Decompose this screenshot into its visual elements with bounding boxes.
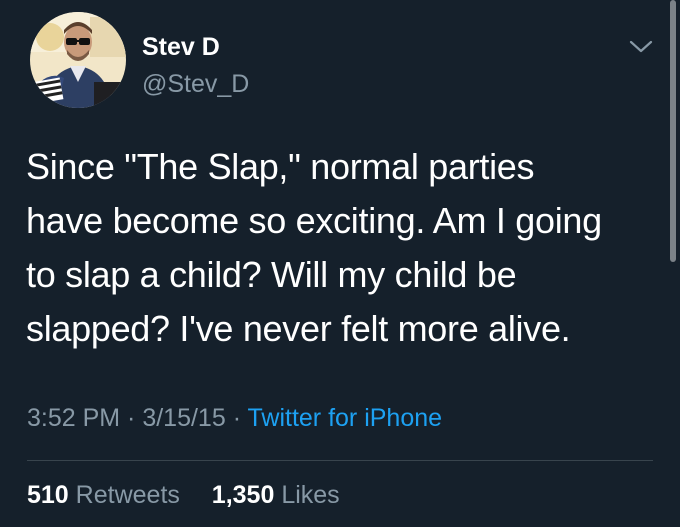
retweets-count: 510 [27,481,69,509]
likes-label: Likes [281,481,340,509]
scrollbar[interactable] [670,0,676,262]
chevron-down-icon[interactable] [628,36,654,56]
tweet-text: Since "The Slap," normal parties have be… [26,146,602,349]
tweet-card: Stev D @Stev_D Since "The Slap," normal … [0,0,680,527]
tweet-time[interactable]: 3:52 PM [27,404,120,432]
retweets-stat[interactable]: 510 Retweets [27,481,187,509]
tweet-meta: 3:52 PM · 3/15/15 · Twitter for iPhone [27,403,442,433]
meta-separator: · [120,404,143,432]
display-name[interactable]: Stev D [142,33,220,61]
likes-count: 1,350 [211,481,275,509]
retweets-label: Retweets [75,481,180,509]
avatar-image [30,12,126,108]
tweet-date[interactable]: 3/15/15 [142,404,225,432]
meta-separator: · [225,404,248,432]
tweet-source-link[interactable]: Twitter for iPhone [248,404,443,432]
tweet-stats: 510 Retweets 1,350 Likes [27,480,340,510]
divider [27,460,653,461]
avatar[interactable] [30,12,126,108]
likes-stat[interactable]: 1,350 Likes [205,481,340,509]
user-handle[interactable]: @Stev_D [142,70,249,98]
